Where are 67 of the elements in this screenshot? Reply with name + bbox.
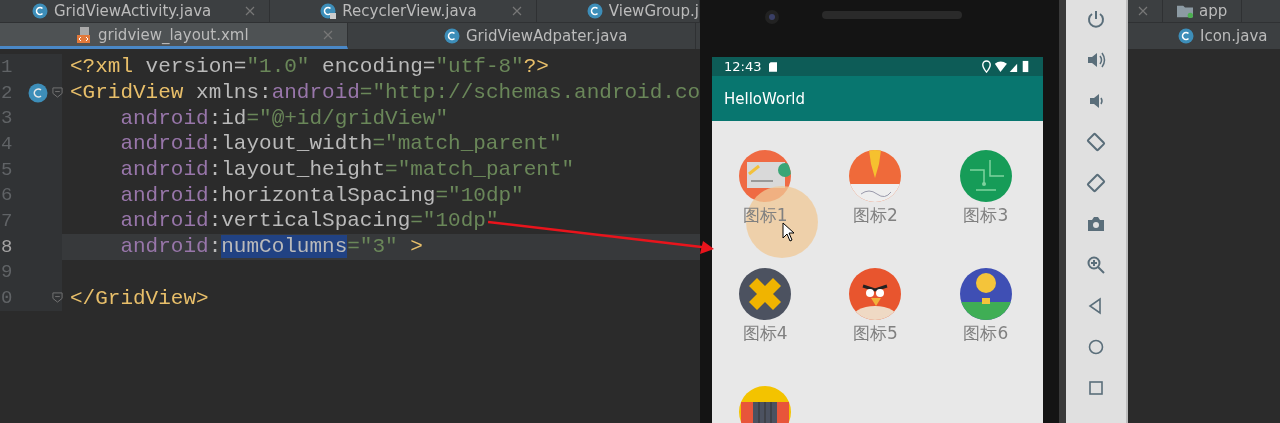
grid-item[interactable]: 图标5: [822, 268, 933, 386]
class-file-icon: [1178, 28, 1194, 44]
circuit-icon: [959, 150, 1012, 202]
code-line: android:layout_width="match_parent": [119, 132, 562, 156]
item-label: 图标1: [742, 204, 788, 227]
item-label: 图标4: [742, 322, 788, 345]
tab-label: gridview_layout.xml: [98, 25, 249, 44]
code-line: android:verticalSpacing="10dp": [119, 209, 499, 233]
code-line: android:layout_height="match_parent": [119, 158, 575, 182]
code-line: <GridView xmlns:android="http://schemas.android.co: [70, 81, 700, 105]
file-tab[interactable]: RecyclerView.java: [270, 0, 537, 22]
tab-label: GridViewActivity.java: [54, 2, 212, 20]
grid-item[interactable]: 图标6: [932, 268, 1043, 386]
item-label: 图标3: [963, 204, 1009, 227]
tab-label: RecyclerView.java: [342, 2, 477, 20]
grid-item[interactable]: 图标3: [932, 150, 1043, 268]
clock: 12:43: [724, 59, 762, 74]
camera-icon[interactable]: [1086, 214, 1106, 234]
code-line: android:numColumns="3" >: [119, 235, 423, 259]
volume-up-icon[interactable]: [1086, 50, 1106, 70]
folder-icon: [1177, 3, 1193, 19]
rotate-left-icon[interactable]: [1086, 132, 1106, 152]
item-label: 图标2: [853, 204, 898, 227]
grid-item[interactable]: 图标4: [712, 268, 823, 386]
file-tab[interactable]: GridViewActivity.java: [0, 0, 271, 22]
xml-file-icon: [76, 26, 92, 43]
file-tab[interactable]: gridview_layout.xml: [0, 23, 348, 49]
camera-lens-icon: [764, 9, 780, 25]
code-line: <?xml version="1.0" encoding="utf-8"?>: [70, 55, 549, 79]
power-icon[interactable]: [1086, 9, 1106, 29]
rotate-right-icon[interactable]: [1086, 173, 1106, 193]
status-icons: [981, 60, 1031, 73]
home-icon[interactable]: [1086, 337, 1106, 357]
pen-icon: [849, 150, 902, 202]
code-line: android:horizontalSpacing="10dp": [119, 183, 524, 207]
item-label: 图标6: [963, 322, 1009, 345]
bird-icon: [849, 268, 902, 320]
accordion-icon: [739, 386, 792, 423]
tab-label: app: [1199, 2, 1228, 20]
grid-item[interactable]: 图标1: [712, 150, 823, 268]
overview-icon[interactable]: [1086, 378, 1106, 398]
bandage-icon: [739, 268, 792, 320]
close-icon[interactable]: [245, 6, 256, 16]
code-line: </GridView>: [70, 286, 209, 310]
item-label: 图标5: [853, 322, 898, 345]
class-file-icon: [320, 3, 337, 19]
class-file-icon: [32, 3, 48, 19]
file-tab[interactable]: GridViewAdpater.java: [348, 23, 696, 49]
tab-label: Icon.java: [1200, 27, 1268, 45]
sd-card-icon: [769, 61, 778, 72]
class-file-icon: [444, 28, 460, 44]
grid-item[interactable]: 图标2: [822, 150, 933, 268]
close-icon[interactable]: [1138, 6, 1148, 16]
mouse-pointer-icon: [782, 222, 796, 242]
code-line: android:id="@+id/gridView": [119, 106, 449, 130]
fold-icon[interactable]: [52, 86, 63, 98]
file-tab[interactable]: Icon.java: [1128, 23, 1280, 49]
fold-icon[interactable]: [52, 292, 63, 304]
app-title: HelloWorld: [724, 89, 805, 108]
balloon-icon: [959, 268, 1012, 320]
class-marker-icon[interactable]: [28, 82, 49, 103]
class-file-icon: [586, 3, 603, 19]
tab-label: ViewGroup.j: [608, 2, 699, 20]
line-number: 8: [1, 235, 13, 258]
zoom-icon[interactable]: [1086, 255, 1106, 275]
close-icon[interactable]: [511, 6, 522, 16]
tab-label: GridViewAdpater.java: [466, 27, 628, 45]
